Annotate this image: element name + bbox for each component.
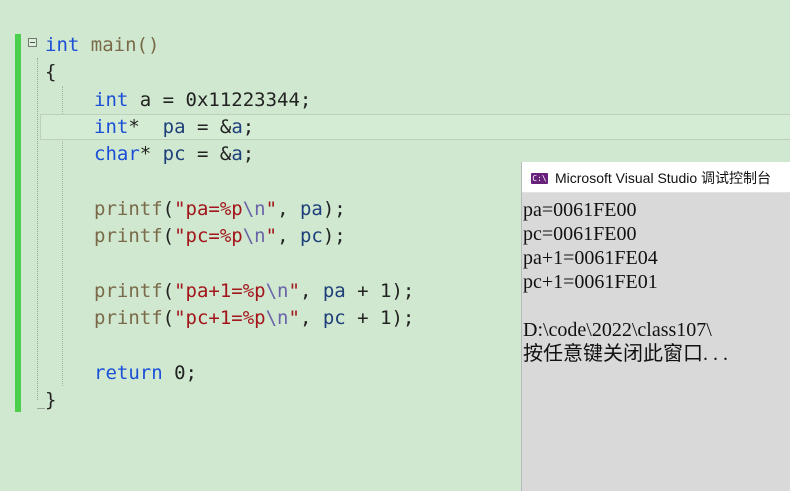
code-token: , <box>299 280 323 302</box>
code-token: ( <box>162 280 175 302</box>
code-token: "pc+1=%p <box>174 307 266 329</box>
console-output-line: pc=0061FE00 <box>523 223 637 245</box>
console-output-line: pa=0061FE00 <box>523 199 637 221</box>
code-token: } <box>45 389 57 411</box>
code-token: " <box>288 280 300 302</box>
code-token: ); <box>322 198 346 220</box>
code-token: pc <box>162 143 186 165</box>
code-token: ( <box>162 198 175 220</box>
code-token: "pa+1=%p <box>174 280 266 302</box>
outline-guide <box>37 58 39 400</box>
code-token: printf <box>94 307 163 329</box>
code-line-2[interactable]: { <box>45 59 56 85</box>
code-token: \n <box>265 280 289 302</box>
console-output-line: 按任意键关闭此窗口. . . <box>523 343 728 365</box>
code-token: return <box>94 362 163 384</box>
code-token: char <box>94 143 140 165</box>
code-token: pa <box>162 116 186 138</box>
console-output-line: D:\code\2022\class107\ <box>523 319 712 341</box>
code-token: a <box>231 116 243 138</box>
code-token: \n <box>265 307 289 329</box>
code-token: { <box>45 61 57 83</box>
code-token: int <box>45 34 80 56</box>
code-token: "pa=%p <box>174 198 243 220</box>
console-output-line: pa+1=0061FE04 <box>523 247 658 269</box>
console-app-icon: C:\ <box>531 173 548 184</box>
code-line-13[interactable]: return 0; <box>94 360 197 386</box>
code-token: 0; <box>162 362 197 384</box>
code-token: ( <box>162 307 175 329</box>
code-token: a = 0x11223344; <box>128 89 312 111</box>
console-output-line: pc+1=0061FE01 <box>523 271 658 293</box>
code-token: + 1); <box>345 280 415 302</box>
code-token: , <box>277 198 300 220</box>
code-token: int <box>94 116 129 138</box>
code-token: + 1); <box>345 307 415 329</box>
code-line-14[interactable]: } <box>45 387 56 413</box>
code-token: printf <box>94 280 163 302</box>
code-token: " <box>265 198 278 220</box>
code-token: ( <box>162 225 175 247</box>
code-token: pa <box>322 280 346 302</box>
code-token: printf <box>94 198 163 220</box>
code-token: ); <box>322 225 346 247</box>
code-token: ; <box>242 143 255 165</box>
code-line-10[interactable]: printf("pa+1=%p\n", pa + 1); <box>94 278 414 304</box>
code-token: main() <box>79 34 160 56</box>
code-token: \n <box>242 225 266 247</box>
code-token: = & <box>185 143 232 165</box>
code-token: , <box>299 307 323 329</box>
code-token: pc <box>322 307 346 329</box>
change-tracking-bar <box>15 34 21 412</box>
code-token: pa <box>299 198 323 220</box>
code-token: " <box>288 307 300 329</box>
code-token: pc <box>299 225 323 247</box>
code-token: " <box>265 225 278 247</box>
code-token: a <box>231 143 243 165</box>
code-line-11[interactable]: printf("pc+1=%p\n", pc + 1); <box>94 305 414 331</box>
code-line-5[interactable]: char* pc = &a; <box>94 141 254 167</box>
code-line-7[interactable]: printf("pa=%p\n", pa); <box>94 196 346 222</box>
code-token: * <box>139 143 163 165</box>
code-token: printf <box>94 225 163 247</box>
code-line-1[interactable]: int main() <box>45 32 159 58</box>
code-token: int <box>94 89 129 111</box>
code-line-8[interactable]: printf("pc=%p\n", pc); <box>94 223 346 249</box>
console-title: Microsoft Visual Studio 调试控制台 <box>555 170 772 186</box>
outline-guide-end <box>37 408 45 409</box>
code-token: * <box>128 116 163 138</box>
code-token: "pc=%p <box>174 225 243 247</box>
console-title-bar[interactable]: C:\ Microsoft Visual Studio 调试控制台 <box>522 162 790 193</box>
code-token: , <box>277 225 300 247</box>
code-line-4[interactable]: int* pa = &a; <box>94 114 254 140</box>
fold-collapse-icon[interactable] <box>28 38 37 47</box>
debug-console-window[interactable]: C:\ Microsoft Visual Studio 调试控制台 pa=006… <box>521 162 790 491</box>
code-token: ; <box>242 116 255 138</box>
code-token: \n <box>242 198 266 220</box>
code-token: = & <box>185 116 232 138</box>
code-line-3[interactable]: int a = 0x11223344; <box>94 87 311 113</box>
